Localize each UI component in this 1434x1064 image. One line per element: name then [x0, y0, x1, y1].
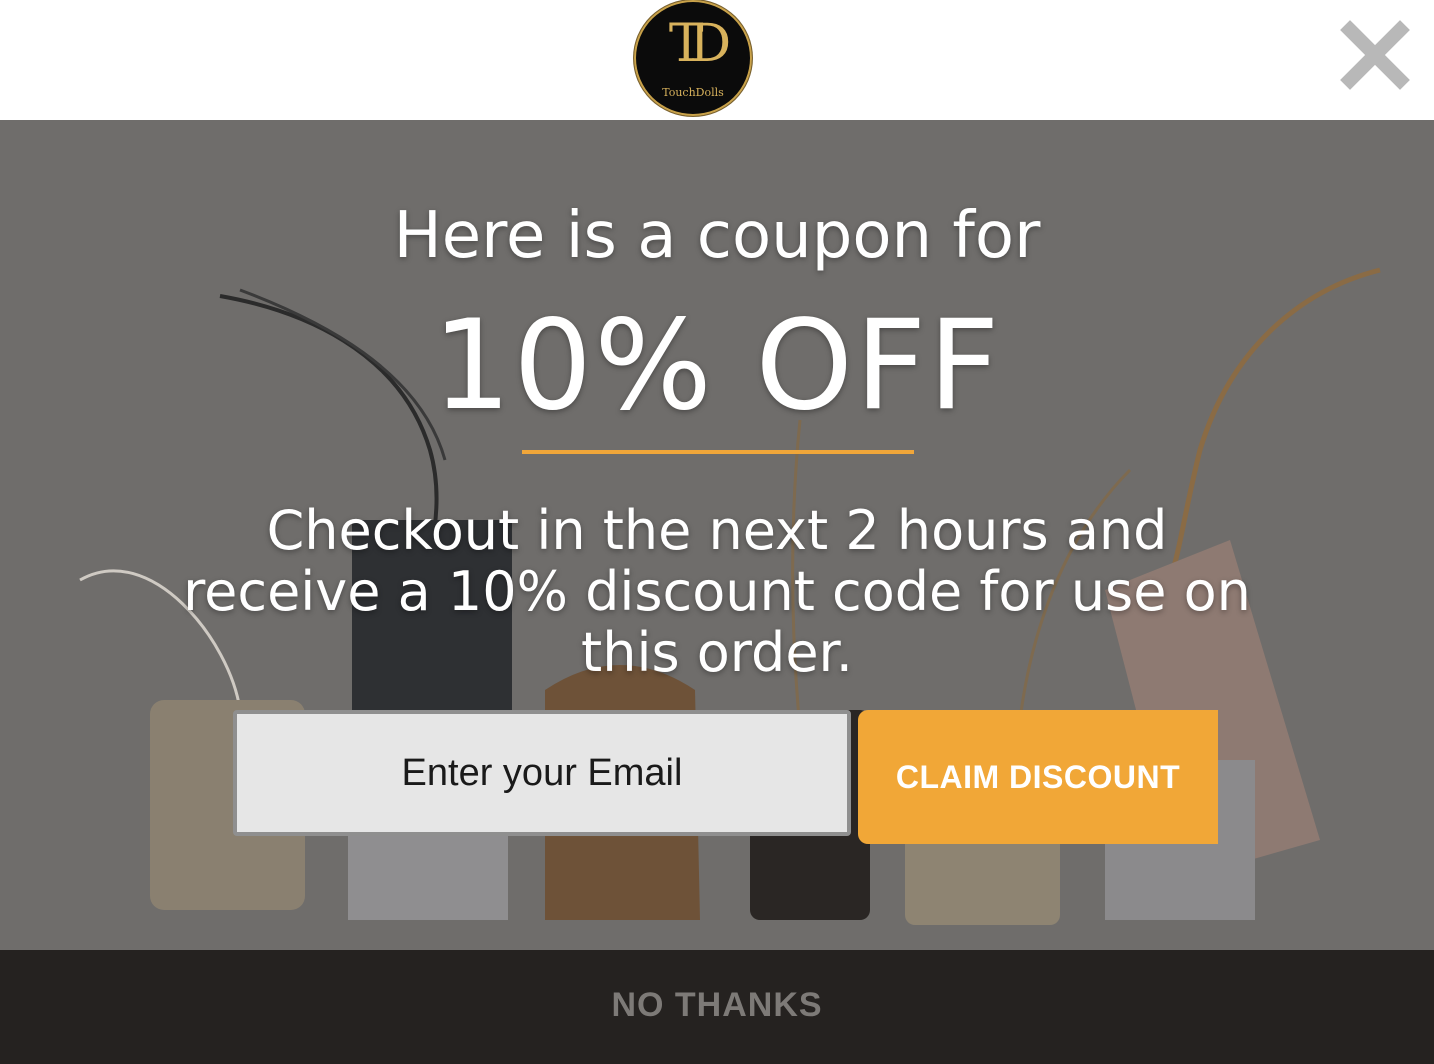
close-icon — [1340, 20, 1410, 90]
coupon-headline: Here is a coupon for — [393, 199, 1041, 273]
claim-discount-button[interactable]: CLAIM DISCOUNT — [858, 710, 1218, 844]
header-bar: TD TouchDolls — [0, 0, 1434, 120]
no-thanks-link[interactable]: NO THANKS — [0, 986, 1434, 1025]
discount-offer: 10% OFF — [432, 294, 1002, 438]
offer-description: Checkout in the next 2 hours and receive… — [183, 499, 1251, 684]
logo-wordmark: TouchDolls — [662, 86, 724, 99]
brand-logo[interactable]: TD TouchDolls — [634, 0, 752, 116]
close-button[interactable] — [1338, 18, 1412, 92]
coupon-panel: Here is a coupon for 10% OFF Checkout in… — [0, 120, 1434, 950]
footer-bar: NO THANKS — [0, 950, 1434, 1064]
logo-monogram: TD — [668, 14, 731, 74]
email-input[interactable] — [233, 710, 851, 836]
accent-divider — [522, 450, 914, 454]
